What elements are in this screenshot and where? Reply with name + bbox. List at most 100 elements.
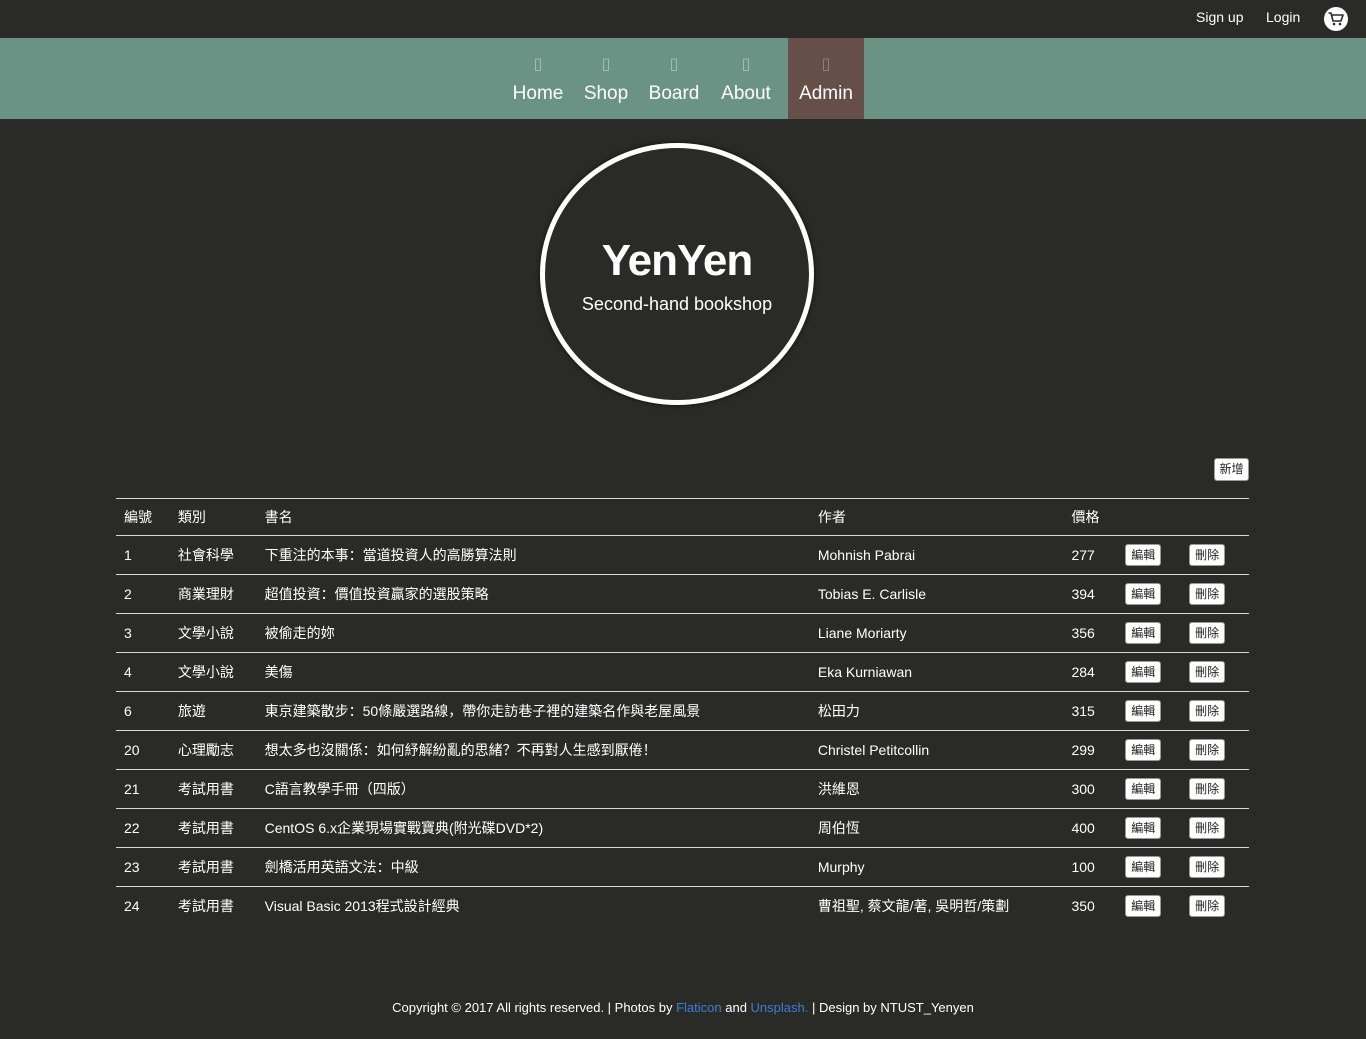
cell-edit: 編輯 [1125, 691, 1190, 731]
flaticon-link[interactable]: Flaticon [676, 1000, 722, 1015]
cell-edit: 編輯 [1125, 652, 1190, 692]
cell-delete: 刪除 [1189, 613, 1249, 653]
table-row: 6 旅遊 東京建築散步：50條嚴選路線，帶你走訪巷子裡的建築名作與老屋風景 松田力 31… [116, 691, 1249, 731]
cell-delete: 刪除 [1189, 535, 1249, 575]
delete-button[interactable]: 刪除 [1189, 856, 1226, 878]
cell-category: 文學小說 [176, 613, 265, 653]
cell-author: 周伯恆 [817, 808, 1072, 848]
table-body: 1 社會科學 下重注的本事：當道投資人的高勝算法則 Mohnish Pabrai 277… [116, 535, 1249, 925]
cell-delete: 刪除 [1189, 769, 1249, 809]
cell-edit: 編輯 [1125, 886, 1190, 925]
cell-title: 美傷 [264, 652, 818, 692]
delete-button[interactable]: 刪除 [1189, 544, 1226, 566]
nav-item-shop[interactable]: ▯ Shop [578, 38, 634, 119]
footer-suffix: | Design by NTUST_Yenyen [808, 1000, 974, 1015]
nav-item-label: About [721, 83, 771, 104]
table-row: 23 考試用書 劍橋活用英語文法：中級 Murphy 100 編輯 刪除 [116, 847, 1249, 887]
cell-delete: 刪除 [1189, 808, 1249, 848]
edit-button[interactable]: 編輯 [1125, 700, 1162, 722]
cell-author: 洪維恩 [817, 769, 1072, 809]
cell-category: 旅遊 [176, 691, 265, 731]
cell-delete: 刪除 [1189, 691, 1249, 731]
cell-author: 松田力 [817, 691, 1072, 731]
cart-icon[interactable] [1324, 7, 1348, 31]
cell-category: 社會科學 [176, 535, 265, 575]
header-delete [1189, 498, 1249, 536]
cell-delete: 刪除 [1189, 886, 1249, 925]
cell-id: 20 [116, 730, 177, 770]
board-icon: ▯ [669, 54, 679, 73]
cell-price: 277 [1071, 535, 1126, 575]
cell-category: 文學小說 [176, 652, 265, 692]
edit-button[interactable]: 編輯 [1125, 856, 1162, 878]
cell-edit: 編輯 [1125, 730, 1190, 770]
edit-button[interactable]: 編輯 [1125, 895, 1162, 917]
main-nav: ▯ Home ▯ Shop ▯ Board ▯ About ▯ Admin [0, 38, 1366, 119]
table-row: 21 考試用書 C語言教學手冊（四版） 洪維恩 300 編輯 刪除 [116, 769, 1249, 809]
edit-button[interactable]: 編輯 [1125, 817, 1162, 839]
login-link[interactable]: Login [1266, 9, 1300, 25]
footer-prefix: Copyright © 2017 All rights reserved. | … [392, 1000, 677, 1015]
edit-button[interactable]: 編輯 [1125, 583, 1162, 605]
edit-button[interactable]: 編輯 [1125, 739, 1162, 761]
cell-author: Liane Moriarty [817, 613, 1072, 653]
edit-button[interactable]: 編輯 [1125, 661, 1162, 683]
edit-button[interactable]: 編輯 [1125, 622, 1162, 644]
cell-price: 356 [1071, 613, 1126, 653]
brand-name: YenYen [601, 236, 754, 285]
cell-title: 想太多也沒關係：如何紓解紛亂的思緒？不再對人生感到厭倦！ [264, 730, 818, 770]
cell-title: 超值投資：價值投資贏家的選股策略 [264, 574, 818, 614]
header-price: 價格 [1071, 498, 1126, 536]
top-bar: Sign up Login [0, 0, 1366, 38]
nav-item-about[interactable]: ▯ About [714, 38, 778, 119]
table-row: 24 考試用書 Visual Basic 2013程式設計經典 曹祖聖, 蔡文龍/著,… [116, 886, 1249, 925]
delete-button[interactable]: 刪除 [1189, 700, 1226, 722]
add-book-button[interactable]: 新增 [1214, 458, 1249, 481]
delete-button[interactable]: 刪除 [1189, 895, 1226, 917]
cell-category: 考試用書 [176, 808, 265, 848]
cell-category: 心理勵志 [176, 730, 265, 770]
footer: Copyright © 2017 All rights reserved. | … [0, 1000, 1366, 1015]
nav-item-admin[interactable]: ▯ Admin [788, 38, 864, 119]
cell-title: 東京建築散步：50條嚴選路線，帶你走訪巷子裡的建築名作與老屋風景 [264, 691, 818, 731]
header-edit [1125, 498, 1190, 536]
edit-button[interactable]: 編輯 [1125, 544, 1162, 566]
delete-button[interactable]: 刪除 [1189, 739, 1226, 761]
table-header-row: 編號 類別 書名 作者 價格 [116, 498, 1249, 536]
signup-link[interactable]: Sign up [1196, 9, 1243, 25]
brand-logo-circle: YenYen Second-hand bookshop [540, 143, 814, 405]
shop-icon: ▯ [601, 54, 611, 73]
cell-author: 曹祖聖, 蔡文龍/著, 吳明哲/策劃 [817, 886, 1072, 925]
delete-button[interactable]: 刪除 [1189, 583, 1226, 605]
header-author: 作者 [817, 498, 1072, 536]
delete-button[interactable]: 刪除 [1189, 622, 1226, 644]
nav-item-home[interactable]: ▯ Home [505, 38, 571, 119]
header-id: 編號 [116, 498, 177, 536]
table-row: 3 文學小說 被偷走的妳 Liane Moriarty 356 編輯 刪除 [116, 613, 1249, 653]
cell-price: 100 [1071, 847, 1126, 887]
admin-icon: ▯ [821, 54, 831, 73]
cell-id: 22 [116, 808, 177, 848]
cell-id: 6 [116, 691, 177, 731]
table-row: 1 社會科學 下重注的本事：當道投資人的高勝算法則 Mohnish Pabrai 277… [116, 535, 1249, 575]
edit-button[interactable]: 編輯 [1125, 778, 1162, 800]
footer-and: and [721, 1000, 751, 1015]
cell-title: 劍橋活用英語文法：中級 [264, 847, 818, 887]
delete-button[interactable]: 刪除 [1189, 661, 1226, 683]
cell-author: Eka Kurniawan [817, 652, 1072, 692]
cell-price: 300 [1071, 769, 1126, 809]
cell-price: 350 [1071, 886, 1126, 925]
delete-button[interactable]: 刪除 [1189, 778, 1226, 800]
books-table: 編號 類別 書名 作者 價格 1 社會科學 下重注的本事：當道投資人的高勝算法則 Mo… [116, 498, 1249, 925]
nav-item-board[interactable]: ▯ Board [644, 38, 704, 119]
nav-item-label: Shop [583, 83, 629, 104]
delete-button[interactable]: 刪除 [1189, 817, 1226, 839]
about-icon: ▯ [741, 54, 751, 73]
cell-title: 被偷走的妳 [264, 613, 818, 653]
cell-author: Mohnish Pabrai [817, 535, 1072, 575]
unsplash-link[interactable]: Unsplash. [751, 1000, 809, 1015]
nav-item-label: Board [648, 83, 700, 104]
cell-price: 315 [1071, 691, 1126, 731]
cell-price: 400 [1071, 808, 1126, 848]
cell-id: 3 [116, 613, 177, 653]
